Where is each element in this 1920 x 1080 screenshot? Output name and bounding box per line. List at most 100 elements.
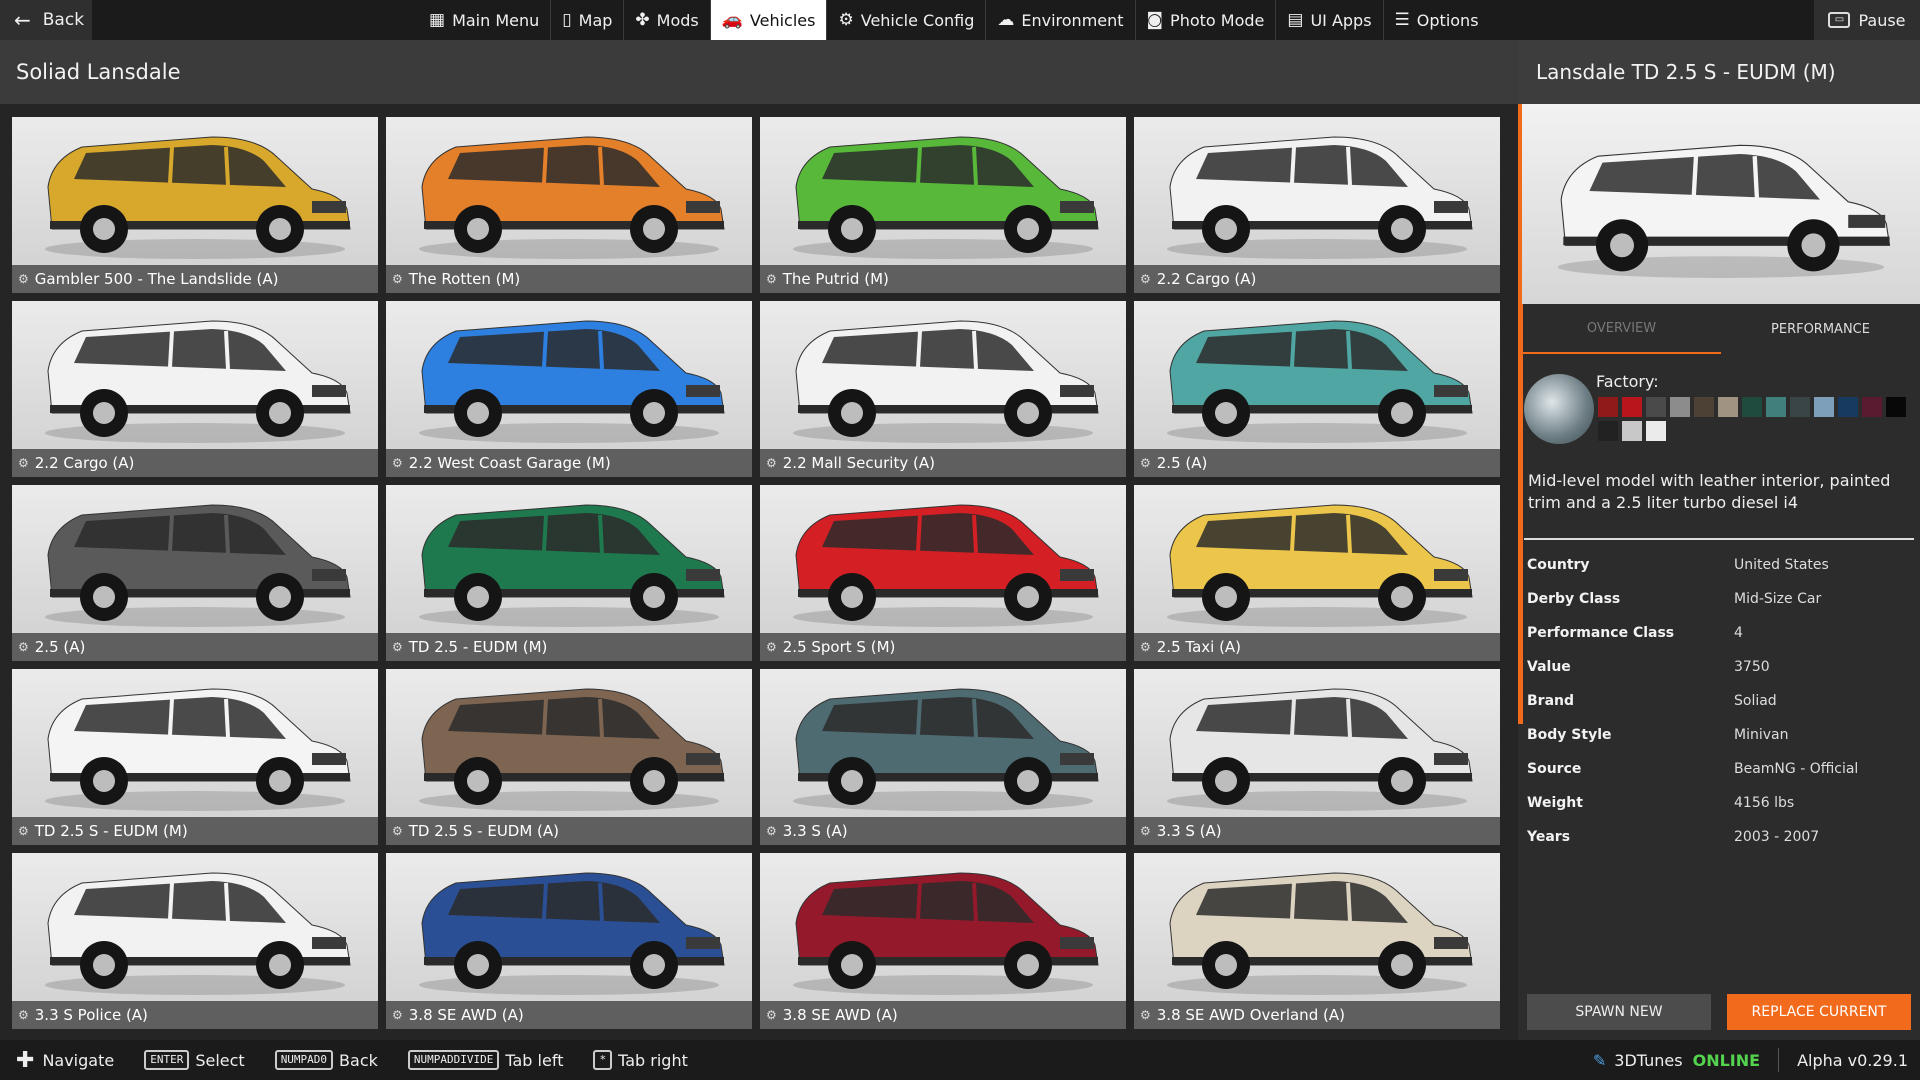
paint-swatch[interactable] <box>1646 397 1666 417</box>
vehicle-list-panel: Soliad Lansdale ⚙ Gambler 500 - The Lands… <box>0 40 1518 1040</box>
spec-key: Country <box>1527 557 1590 573</box>
tile-label: 3.3 S Police (A) <box>34 1006 148 1024</box>
wheel-hub <box>467 586 489 608</box>
nav-label: Mods <box>656 10 699 30</box>
nav-options[interactable]: ☰ Options <box>1384 0 1490 40</box>
tab-performance[interactable]: PERFORMANCE <box>1721 304 1920 354</box>
vehicle-detail-panel: Lansdale TD 2.5 S - EUDM (M) OVERVIEW PE… <box>1518 40 1920 1040</box>
vehicle-tile[interactable]: ⚙ TD 2.5 S - EUDM (M) <box>12 669 378 845</box>
control-hints: ✚ Navigate ENTER Select NUMPAD0 Back NUMPADDIV… <box>0 1048 702 1073</box>
vehicle-tile[interactable]: ⚙ 2.2 Mall Security (A) <box>760 301 1126 477</box>
paint-swatch[interactable] <box>1862 397 1882 417</box>
vehicle-tile[interactable]: ⚙ 2.5 (A) <box>12 485 378 661</box>
paint-swatch[interactable] <box>1622 397 1642 417</box>
paint-swatch[interactable] <box>1838 397 1858 417</box>
paint-swatch[interactable] <box>1814 397 1834 417</box>
minivan-thumbnail <box>793 136 1099 259</box>
van-grille <box>1434 753 1468 765</box>
vehicle-tile[interactable]: ⚙ 2.5 Sport S (M) <box>760 485 1126 661</box>
nav-mods[interactable]: ✤ Mods <box>624 0 711 40</box>
vehicle-tile[interactable]: ⚙ The Rotten (M) <box>386 117 752 293</box>
factory-paint-thumbnail[interactable] <box>1524 374 1594 444</box>
vehicle-tile[interactable]: ⚙ 3.8 SE AWD (A) <box>386 853 752 1029</box>
vehicle-tile[interactable]: ⚙ 2.2 Cargo (A) <box>1134 117 1500 293</box>
vehicle-description: Mid-level model with leather interior, p… <box>1528 471 1891 512</box>
vehicle-tile[interactable]: ⚙ 2.2 West Coast Garage (M) <box>386 301 752 477</box>
vehicle-tile[interactable]: ⚙ 3.3 S (A) <box>760 669 1126 845</box>
paint-swatch[interactable] <box>1598 397 1618 417</box>
vehicle-grid[interactable]: ⚙ Gambler 500 - The Landslide (A) ⚙ The Rot… <box>12 117 1502 1040</box>
tile-label: 3.8 SE AWD (A) <box>782 1006 898 1024</box>
nav-main-menu[interactable]: ▦ Main Menu <box>418 0 552 40</box>
wheel-hub <box>1215 954 1237 976</box>
vehicle-tile[interactable]: ⚙ 3.8 SE AWD Overland (A) <box>1134 853 1500 1029</box>
minivan-thumbnail <box>1167 688 1473 811</box>
tile-label: 3.8 SE AWD (A) <box>408 1006 524 1024</box>
config-icon: ⚙ <box>766 640 777 654</box>
minivan-thumbnail <box>45 504 351 627</box>
vehicle-tile[interactable]: ⚙ 2.5 Taxi (A) <box>1134 485 1500 661</box>
hint-label: Navigate <box>42 1050 115 1070</box>
van-grille <box>1434 937 1468 949</box>
wheel-hub <box>93 770 115 792</box>
van-grille <box>1060 385 1094 397</box>
vehicle-tile[interactable]: ⚙ 3.3 S (A) <box>1134 669 1500 845</box>
minivan-thumbnail <box>419 872 725 995</box>
tab-overview[interactable]: OVERVIEW <box>1522 304 1721 354</box>
tile-label: Gambler 500 - The Landslide (A) <box>34 270 279 288</box>
nav-photo-mode[interactable]: ◙ Photo Mode <box>1136 0 1277 40</box>
tile-label: 3.3 S (A) <box>1156 822 1222 840</box>
wheel-hub <box>1391 402 1413 424</box>
minivan-thumbnail <box>793 320 1099 443</box>
vehicle-tile[interactable]: ⚙ The Putrid (M) <box>760 117 1126 293</box>
wheel-hub <box>269 402 291 424</box>
tile-label: TD 2.5 S - EUDM (A) <box>408 822 560 840</box>
nav-ui-apps[interactable]: ▤ UI Apps <box>1276 0 1384 40</box>
paint-swatch[interactable] <box>1742 397 1762 417</box>
vehicle-tile[interactable]: ⚙ Gambler 500 - The Landslide (A) <box>12 117 378 293</box>
vehicle-tile[interactable]: ⚙ 3.3 S Police (A) <box>12 853 378 1029</box>
paint-swatch[interactable] <box>1670 397 1690 417</box>
paint-swatch[interactable] <box>1694 397 1714 417</box>
factory-label: Factory: <box>1596 372 1659 391</box>
nav-label: Vehicles <box>749 10 816 30</box>
keycap: ENTER <box>144 1050 190 1070</box>
vehicle-tile[interactable]: ⚙ TD 2.5 - EUDM (M) <box>386 485 752 661</box>
hint-navigate: ✚ Navigate <box>16 1048 114 1073</box>
tile-label: TD 2.5 S - EUDM (M) <box>34 822 188 840</box>
minivan-thumbnail <box>1167 872 1473 995</box>
spawn-new-button[interactable]: SPAWN NEW <box>1527 994 1711 1030</box>
wheel-hub <box>1017 402 1039 424</box>
paint-swatch[interactable] <box>1766 397 1786 417</box>
spec-row: Body Style Minivan <box>1527 718 1917 752</box>
nav-vehicle-config[interactable]: ⚙ Vehicle Config <box>827 0 987 40</box>
back-button[interactable]: ← Back <box>0 0 92 40</box>
vehicle-tile[interactable]: ⚙ TD 2.5 S - EUDM (A) <box>386 669 752 845</box>
paint-swatch[interactable] <box>1598 421 1618 441</box>
nav-map[interactable]: ▯ Map <box>551 0 625 40</box>
nav-vehicles[interactable]: 🚗 Vehicles <box>710 0 828 40</box>
tile-label: 2.2 West Coast Garage (M) <box>408 454 611 472</box>
vehicle-tile[interactable]: ⚙ 2.5 (A) <box>1134 301 1500 477</box>
spec-value: United States <box>1734 557 1829 573</box>
paint-swatch[interactable] <box>1790 397 1810 417</box>
hint-label: Back <box>339 1050 378 1070</box>
paint-swatch[interactable] <box>1886 397 1906 417</box>
replace-current-button[interactable]: REPLACE CURRENT <box>1727 994 1911 1030</box>
spec-value: 3750 <box>1734 659 1770 675</box>
nav-environment[interactable]: ☁ Environment <box>986 0 1136 40</box>
paint-swatch[interactable] <box>1622 421 1642 441</box>
vehicle-tile[interactable]: ⚙ 2.2 Cargo (A) <box>12 301 378 477</box>
tile-caption: ⚙ 3.3 S (A) <box>1134 817 1500 845</box>
config-icon: ⚙ <box>18 272 29 286</box>
tile-caption: ⚙ The Rotten (M) <box>386 265 752 293</box>
pause-button[interactable]: ▭ Pause <box>1814 0 1920 40</box>
puzzle-icon: ✤ <box>635 10 650 30</box>
vehicle-tile[interactable]: ⚙ 3.8 SE AWD (A) <box>760 853 1126 1029</box>
paint-swatch[interactable] <box>1646 421 1666 441</box>
tile-caption: ⚙ 2.2 West Coast Garage (M) <box>386 449 752 477</box>
wheel-hub <box>467 218 489 240</box>
wheel-hub <box>643 402 665 424</box>
paint-swatch[interactable] <box>1718 397 1738 417</box>
tile-label: 2.5 Taxi (A) <box>1156 638 1242 656</box>
